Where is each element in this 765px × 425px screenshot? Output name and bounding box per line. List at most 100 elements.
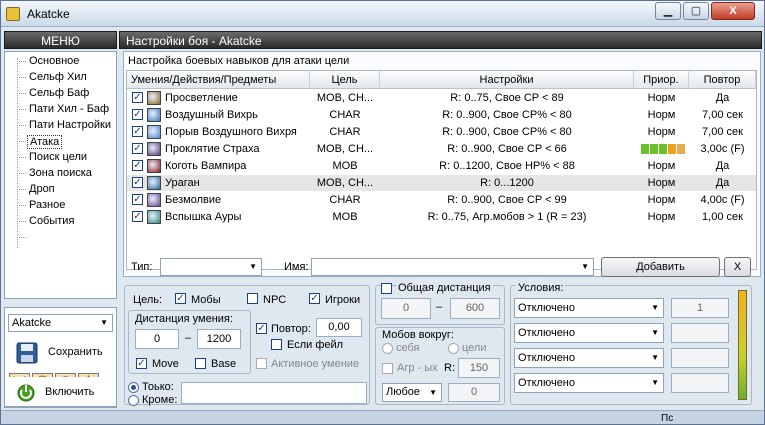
cell-settings: R: 0..900, Свое CP < 66 [447,143,567,155]
condition-field-2[interactable] [671,323,729,343]
condition-field-1[interactable]: 1 [671,298,729,318]
r-field[interactable]: 150 [458,358,500,378]
conditions-label: Условия: [516,282,566,294]
base-checkbox[interactable] [195,358,206,369]
cell-prio: Норм [647,126,676,138]
col-header-repeat[interactable]: Повтор [689,71,756,89]
repeat-checkbox[interactable]: ✓ [256,323,267,334]
cell-repeat: Да [715,177,730,189]
col-header-settings[interactable]: Настройки [380,71,634,89]
menu-item-search-zone[interactable]: Зона поиска [27,167,94,179]
players-checkbox[interactable]: ✓ [309,293,320,304]
table-row[interactable]: ✓ Вспышка Ауры MOB R: 0..75, Агр.мобов > 1 … [127,209,756,225]
npc-checkbox[interactable] [247,293,258,304]
cell-settings: R: 0..900, Свое CP% < 80 [442,126,572,138]
col-header-priority[interactable]: Приор. [634,71,689,89]
menu-item-target-search[interactable]: Поиск цели [27,151,89,163]
close-button[interactable]: X [711,2,755,20]
condition-select-4[interactable]: Отключено ▼ [514,373,664,393]
row-enable-checkbox[interactable]: ✓ [132,109,143,120]
table-row[interactable]: ✓ Воздушный Вихрь CHAR R: 0..900, Свое CP% … [127,107,756,123]
row-enable-checkbox[interactable]: ✓ [132,92,143,103]
col-header-skill[interactable]: Умения/Действия/Предметы [127,71,310,89]
right-panel: Настройки боя - Akatcke Настройка боевых… [119,31,762,408]
profile-select-value: Akatcke [12,317,52,329]
menu-item-party-heal[interactable]: Пати Хил - Баф [27,103,111,115]
row-enable-checkbox[interactable]: ✓ [132,177,143,188]
mobs-checkbox[interactable]: ✓ [175,293,186,304]
mobs-count-mode-select[interactable]: Любое ▼ [382,383,442,402]
move-checkbox[interactable]: ✓ [136,358,147,369]
cell-prio: Норм [647,177,676,189]
menu-item-main[interactable]: Основное [27,55,81,67]
name-select[interactable]: ▼ [311,258,594,276]
row-enable-checkbox[interactable]: ✓ [132,160,143,171]
table-row[interactable]: ✓ Коготь Вампира MOB R: 0..1200, Свое HP% <… [127,158,756,174]
mobs-count-field[interactable]: 0 [448,383,500,402]
status-text: Пс [661,413,674,424]
filter-bar: Тип: ▼ Имя: ▼ Добавить X [123,255,761,279]
row-enable-checkbox[interactable]: ✓ [132,211,143,222]
cell-prio: Норм [647,109,676,121]
tree-branch [17,109,26,110]
cell-repeat: 7,00 сек [702,109,743,121]
who-field[interactable] [181,382,367,404]
save-button[interactable]: Сохранить [10,341,114,365]
except-radio[interactable] [128,395,139,406]
table-row[interactable]: ✓ Ураган MOB, CH... R: 0...1200 Норм Да [127,175,756,191]
menu-item-self-buff[interactable]: Сельф Баф [27,87,91,99]
range-max-field[interactable]: 1200 [197,329,241,349]
enable-button[interactable]: Включить [4,377,117,407]
floppy-disk-icon [16,342,38,364]
add-button[interactable]: Добавить [601,257,720,277]
minimize-button[interactable]: ▁ [655,2,681,20]
profile-select[interactable]: Akatcke ▼ [8,314,113,332]
condition-select-1[interactable]: Отключено ▼ [514,298,664,318]
row-enable-checkbox[interactable]: ✓ [132,194,143,205]
skill-icon [147,125,161,139]
condition-select-3[interactable]: Отключено ▼ [514,348,664,368]
target-radio[interactable] [448,343,459,354]
menu-item-self-heal[interactable]: Сельф Хил [27,71,89,83]
cell-name: Проклятие Страха [165,143,260,155]
window-title: Akatcke [27,7,70,21]
table-row[interactable]: ✓ Проклятие Страха MOB, CH... R: 0..900, Св… [127,141,756,157]
condition-field-4[interactable] [671,373,729,393]
cell-settings: R: 0..75, Свое CP < 89 [450,92,564,104]
menu-item-party-settings[interactable]: Пати Настройки [27,119,113,131]
aggro-checkbox[interactable] [382,363,393,374]
table-row[interactable]: ✓ Просветление MOB, CH... R: 0..75, Свое CP… [127,90,756,106]
condition-value-1: Отключено [518,302,575,314]
type-select[interactable]: ▼ [160,258,262,276]
repeat-field[interactable]: 0,00 [316,318,362,337]
only-radio[interactable] [128,382,139,393]
common-distance-min-field[interactable]: 0 [381,298,431,319]
cell-settings: R: 0..1200, Свое HP% < 88 [439,160,575,172]
table-row[interactable]: ✓ Безмолвие CHAR R: 0..900, Свое CP < 99 Нор… [127,192,756,208]
table-row[interactable]: ✓ Порыв Воздушного Вихря CHAR R: 0..900, Св… [127,124,756,140]
cell-target: MOB, CH... [316,92,374,104]
menu-item-drop[interactable]: Дроп [27,183,57,195]
common-distance-max-field[interactable]: 600 [450,298,500,319]
self-radio[interactable] [382,343,393,354]
condition-field-3[interactable] [671,348,729,368]
menu-item-events[interactable]: События [27,215,76,227]
clear-button[interactable]: X [724,257,751,277]
cell-target: MOB, CH... [316,177,374,189]
cell-settings: R: 0..75, Агр.мобов > 1 (R = 23) [427,211,587,223]
menu-item-misc[interactable]: Разное [27,199,67,211]
active-skill-checkbox[interactable] [256,358,267,369]
row-enable-checkbox[interactable]: ✓ [132,143,143,154]
menu-item-attack[interactable]: Атака [27,135,63,149]
row-enable-checkbox[interactable]: ✓ [132,126,143,137]
condition-select-2[interactable]: Отключено ▼ [514,323,664,343]
range-min-field[interactable]: 0 [135,329,179,349]
cell-name: Порыв Воздушного Вихря [165,126,297,138]
chevron-down-icon: ▼ [581,262,589,271]
move-label: Move [152,358,179,370]
maximize-button[interactable]: ▢ [683,2,709,20]
chevron-down-icon: ▼ [651,303,659,312]
col-header-target[interactable]: Цель [310,71,380,89]
common-distance-checkbox[interactable] [381,283,392,294]
if-fail-checkbox[interactable] [271,339,282,350]
